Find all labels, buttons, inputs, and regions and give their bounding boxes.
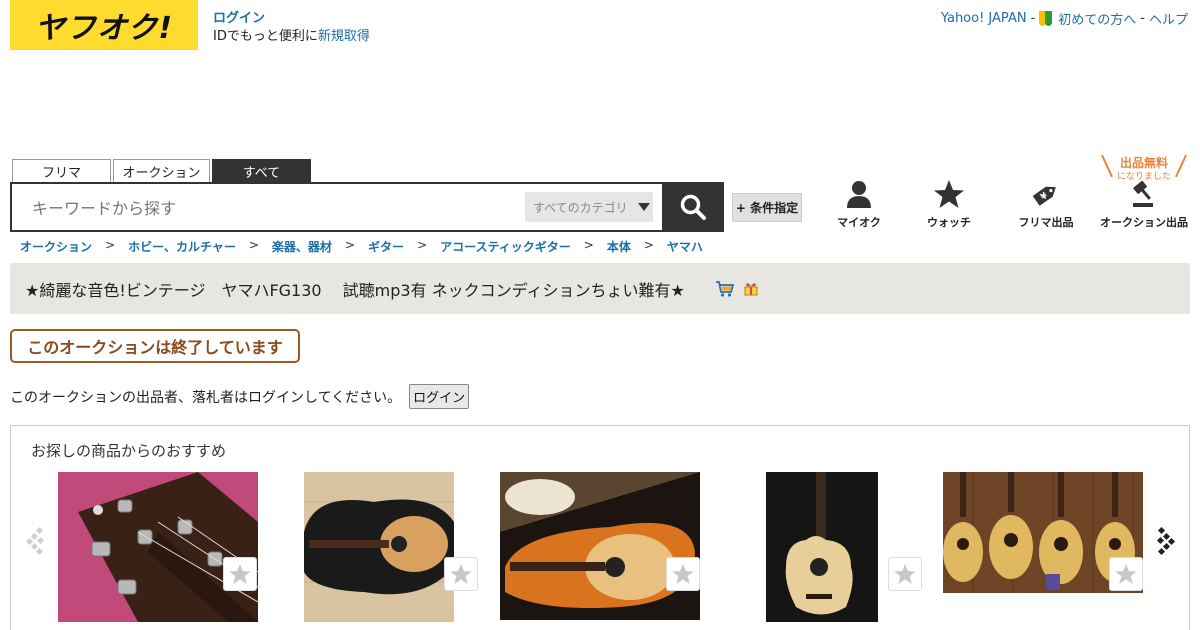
tag-icon: ¥: [1032, 186, 1056, 206]
category-label: すべてのカテゴリ: [533, 200, 628, 215]
breadcrumb-separator: >: [643, 238, 654, 252]
auction-ended-label: このオークションは終了しています: [10, 329, 300, 363]
search-button[interactable]: [662, 182, 724, 232]
my-auction-label: マイオク: [837, 216, 881, 229]
guitar-in-case-photo: [304, 472, 454, 622]
beginner-mark-icon: [1039, 11, 1053, 26]
star-icon: [934, 180, 964, 208]
signup-link[interactable]: 新規取得: [318, 29, 370, 44]
furima-sell-nav[interactable]: ¥ フリマ出品: [1016, 180, 1076, 230]
nav-separator: -: [1140, 11, 1145, 26]
yahuoku-logo[interactable]: ヤフオク!: [10, 0, 198, 50]
breadcrumb-item[interactable]: アコースティックギター: [440, 238, 571, 255]
search-tabs: フリマ オークション すべて: [12, 159, 311, 182]
star-icon: [1115, 564, 1137, 584]
watch-star-button[interactable]: [444, 557, 478, 591]
recommend-item-image[interactable]: [500, 472, 700, 620]
breadcrumb-separator: >: [248, 238, 259, 252]
recommend-panel: お探しの商品からのおすすめ: [10, 425, 1190, 630]
recommend-item-image[interactable]: [766, 472, 878, 622]
breadcrumb-item[interactable]: ヤマハ: [667, 238, 703, 255]
recommend-heading: お探しの商品からのおすすめ: [31, 442, 227, 460]
guitar-headstock-photo: [58, 472, 258, 622]
auction-sell-label: オークション出品: [1100, 216, 1188, 229]
star-icon: [894, 564, 916, 584]
guitar-case-orange-photo: [500, 472, 700, 620]
login-notice-text: このオークションの出品者、落札者はログインしてください。: [10, 389, 402, 406]
breadcrumb-separator: >: [344, 238, 355, 252]
star-icon: [450, 564, 472, 584]
chevron-down-icon: [637, 203, 650, 211]
user-icon: [847, 181, 871, 208]
login-link[interactable]: ログイン: [213, 11, 265, 26]
search-icon: [680, 194, 706, 220]
tab-all[interactable]: すべて: [212, 159, 311, 182]
star-icon: [229, 564, 251, 584]
breadcrumb: オークション > ホビー、カルチャー > 楽器、器材 > ギター > アコースティックギ…: [20, 238, 703, 255]
watch-star-button[interactable]: [1109, 557, 1143, 591]
watch-star-button[interactable]: [666, 557, 700, 591]
carousel-next-icon[interactable]: [1154, 526, 1176, 556]
top-nav: Yahoo! JAPAN - 初めての方へ - ヘルプ: [941, 9, 1188, 28]
carousel-prev-icon[interactable]: [25, 526, 47, 556]
furima-sell-label: フリマ出品: [1018, 216, 1074, 229]
my-auction-nav[interactable]: マイオク: [837, 180, 881, 230]
search-box: すべてのカテゴリ: [10, 182, 724, 232]
star-icon: [672, 564, 694, 584]
watch-star-button[interactable]: [888, 557, 922, 591]
help-link[interactable]: ヘルプ: [1149, 9, 1188, 28]
login-area: ログイン IDでもっと便利に新規取得: [213, 10, 370, 46]
nav-separator: -: [1030, 11, 1036, 26]
search-input[interactable]: [32, 196, 512, 220]
category-select[interactable]: すべてのカテゴリ: [525, 192, 653, 222]
breadcrumb-separator: >: [105, 238, 116, 252]
gavel-icon: [1133, 180, 1153, 207]
guitar-on-bag-photo: [766, 472, 878, 622]
logo-text: ヤフオク!: [34, 11, 174, 46]
free-listing-badge: 出品無料 になりました: [1101, 152, 1187, 182]
recommend-item-image[interactable]: [58, 472, 258, 622]
breadcrumb-item[interactable]: 楽器、器材: [272, 238, 332, 255]
breadcrumb-separator: >: [417, 238, 428, 252]
login-button[interactable]: ログイン: [409, 384, 470, 409]
auction-sell-nav[interactable]: オークション出品: [1098, 180, 1190, 230]
yahoo-japan-link[interactable]: Yahoo! JAPAN: [941, 11, 1027, 26]
title-icons: [715, 280, 759, 298]
tab-auction[interactable]: オークション: [113, 159, 210, 182]
breadcrumb-item[interactable]: ホビー、カルチャー: [128, 238, 236, 255]
item-title: ★綺麗な音色!ビンテージ ヤマハFG130 試聴mp3有 ネックコンディションち…: [25, 280, 685, 300]
free-badge-sub: になりました: [1116, 172, 1171, 182]
watch-star-button[interactable]: [223, 557, 257, 591]
box-bow-icon: [744, 282, 758, 295]
breadcrumb-item[interactable]: 本体: [607, 238, 631, 255]
breadcrumb-item[interactable]: オークション: [20, 238, 92, 255]
free-badge-main: 出品無料: [1119, 156, 1168, 170]
tab-furima[interactable]: フリマ: [12, 159, 111, 182]
breadcrumb-item[interactable]: ギター: [368, 238, 404, 255]
beginner-link[interactable]: 初めての方へ: [1058, 9, 1136, 28]
login-notice: このオークションの出品者、落札者はログインしてください。 ログイン: [10, 384, 470, 409]
cart-icon: [715, 280, 735, 297]
recommend-item-image[interactable]: [304, 472, 454, 622]
watch-nav[interactable]: ウォッチ: [925, 180, 973, 230]
watch-label: ウォッチ: [927, 216, 971, 229]
breadcrumb-separator: >: [583, 238, 594, 252]
condition-button[interactable]: + 条件指定: [732, 193, 802, 222]
item-title-bar: ★綺麗な音色!ビンテージ ヤマハFG130 試聴mp3有 ネックコンディションち…: [10, 263, 1190, 314]
signup-prefix: IDでもっと便利に: [213, 29, 318, 44]
